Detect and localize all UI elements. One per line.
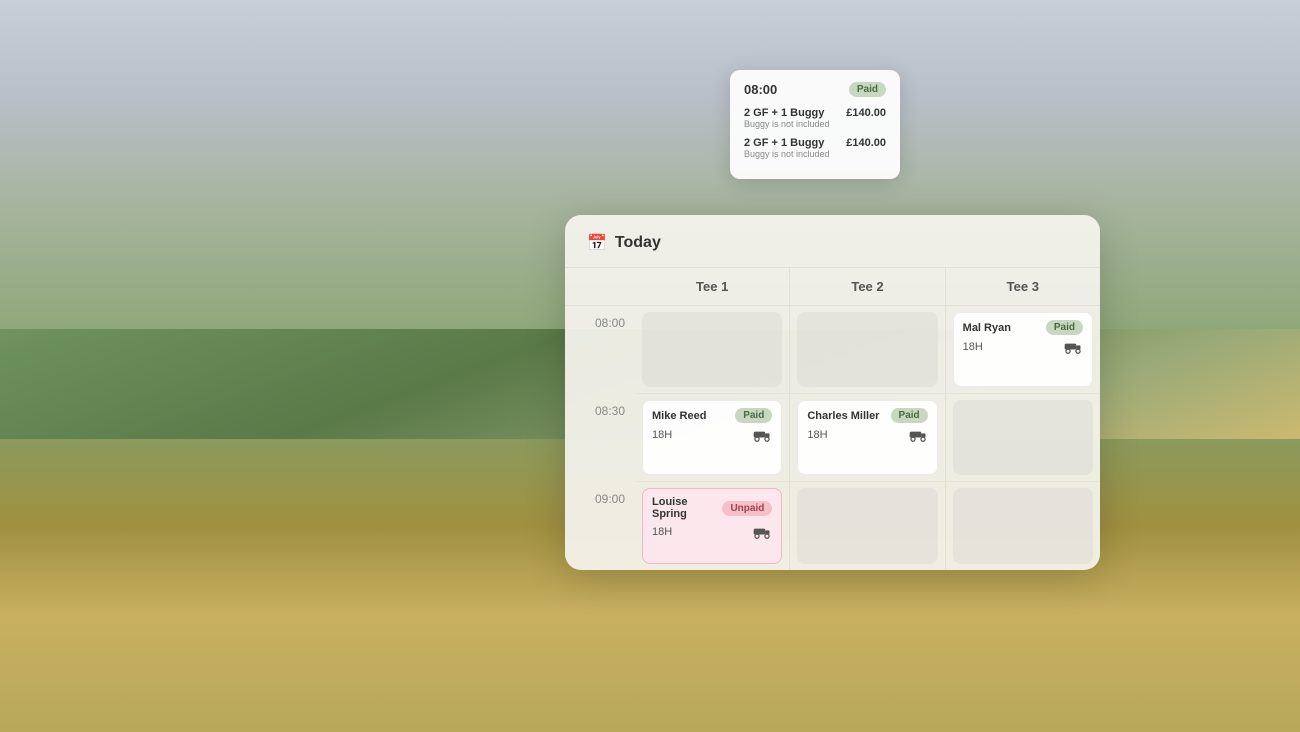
tee-column-1: Tee 1 Mike Reed Paid 18H (635, 268, 790, 570)
tooltip-item1-price: £140.00 (846, 107, 886, 119)
time-header-spacer (565, 268, 635, 306)
tee1-slot-0900[interactable]: Louise Spring Unpaid 18H (635, 482, 789, 570)
tee1-slot-0800[interactable] (635, 306, 789, 394)
tee1-holes-0900: 18H (652, 526, 672, 538)
tooltip-item2-title: 2 GF + 1 Buggy (744, 137, 830, 149)
tee2-empty-0800 (797, 312, 937, 387)
tee3-slot-0830[interactable] (946, 394, 1100, 482)
panel-header: 📅 Today (565, 215, 1100, 268)
tooltip-item2-price: £140.00 (846, 137, 886, 149)
tee3-badge-0800: Paid (1046, 320, 1083, 335)
tee2-slot-0830[interactable]: Charles Miller Paid 18H (790, 394, 944, 482)
tooltip-item-2: 2 GF + 1 Buggy Buggy is not included £14… (744, 137, 886, 161)
tee2-name-0830: Charles Miller (807, 410, 879, 422)
panel-title: Today (615, 234, 661, 252)
tee3-name-0800: Mal Ryan (963, 322, 1011, 334)
tee3-booking-0800: Mal Ryan Paid 18H (953, 312, 1093, 387)
tee1-badge-0830: Paid (735, 408, 772, 423)
tees-grid: Tee 1 Mike Reed Paid 18H (635, 268, 1100, 570)
tooltip-card: 08:00 Paid 2 GF + 1 Buggy Buggy is not i… (730, 70, 900, 179)
tooltip-header: 08:00 Paid (744, 82, 886, 97)
time-block-0800: 08:00 (565, 306, 635, 394)
tee3-holes-0800: 18H (963, 341, 983, 353)
tooltip-item1-sub: Buggy is not included (744, 119, 830, 129)
tee1-booking-0830: Mike Reed Paid 18H (642, 400, 782, 475)
tooltip-item-1: 2 GF + 1 Buggy Buggy is not included £14… (744, 107, 886, 131)
buggy-icon-tee1-0900 (752, 525, 772, 539)
time-block-0900: 09:00 (565, 482, 635, 570)
tooltip-badge: Paid (849, 82, 886, 97)
tee2-badge-0830: Paid (891, 408, 928, 423)
tee2-slot-0900[interactable] (790, 482, 944, 570)
tee1-empty-0800 (642, 312, 782, 387)
tee3-slot-0900[interactable] (946, 482, 1100, 570)
tee3-empty-0830 (953, 400, 1093, 475)
tee1-badge-0900: Unpaid (722, 501, 772, 516)
tee2-header: Tee 2 (790, 268, 944, 306)
buggy-icon-tee2-0830 (908, 428, 928, 442)
tee1-name-0900: Louise Spring (652, 496, 722, 520)
tooltip-item2-sub: Buggy is not included (744, 149, 830, 159)
tee3-header: Tee 3 (946, 268, 1100, 306)
tee3-slot-0800[interactable]: Mal Ryan Paid 18H (946, 306, 1100, 394)
calendar-icon: 📅 (587, 233, 607, 253)
tee1-holes-0830: 18H (652, 429, 672, 441)
tee-column-3: Tee 3 Mal Ryan Paid 18H (946, 268, 1100, 570)
time-column: 08:00 08:30 09:00 (565, 268, 635, 570)
tee1-header: Tee 1 (635, 268, 789, 306)
tooltip-time: 08:00 (744, 82, 777, 97)
time-block-0830: 08:30 (565, 394, 635, 482)
tee2-empty-0900 (797, 488, 937, 564)
tee2-holes-0830: 18H (807, 429, 827, 441)
schedule-grid: 08:00 08:30 09:00 Tee 1 (565, 268, 1100, 570)
buggy-icon-tee1-0830 (752, 428, 772, 442)
buggy-icon-tee3-0800 (1063, 340, 1083, 354)
tee-column-2: Tee 2 Charles Miller Paid 18H (790, 268, 945, 570)
tee2-slot-0800[interactable] (790, 306, 944, 394)
scheduling-panel: 📅 Today 08:00 08:30 09:00 Tee 1 (565, 215, 1100, 570)
tee2-booking-0830: Charles Miller Paid 18H (797, 400, 937, 475)
tooltip-item1-title: 2 GF + 1 Buggy (744, 107, 830, 119)
tee1-slot-0830[interactable]: Mike Reed Paid 18H (635, 394, 789, 482)
tee3-empty-0900 (953, 488, 1093, 564)
tee1-name-0830: Mike Reed (652, 410, 706, 422)
tee1-booking-0900: Louise Spring Unpaid 18H (642, 488, 782, 564)
